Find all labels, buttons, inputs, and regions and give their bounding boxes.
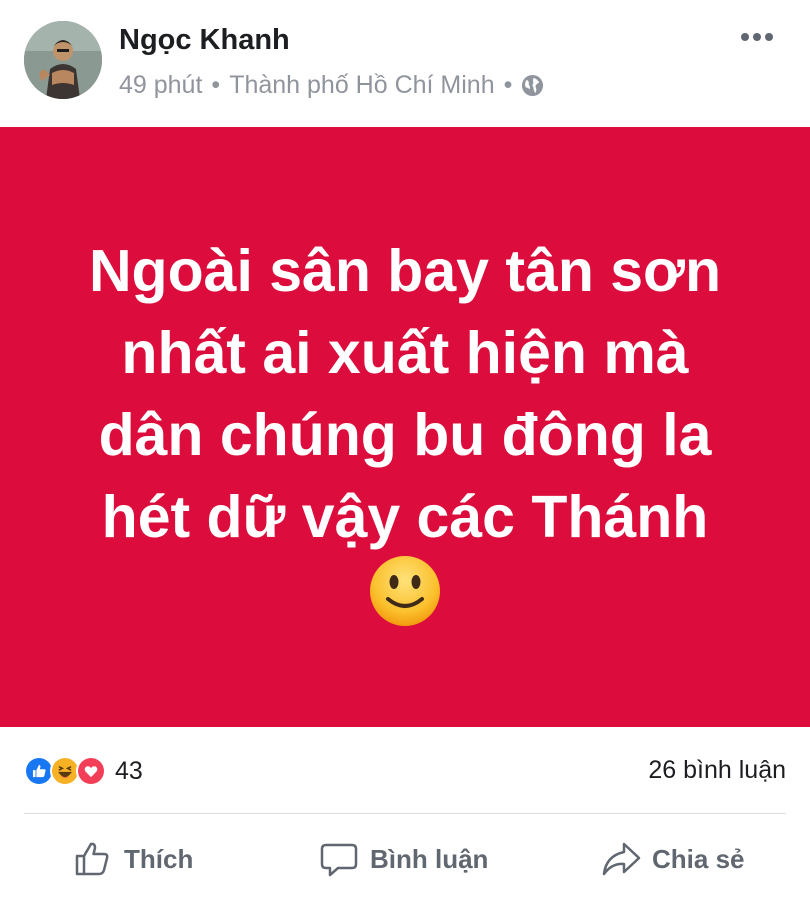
text-post-banner[interactable]: Ngoài sân bay tân sơn nhất ai xuất hiện …	[0, 127, 810, 727]
post-header: Ngọc Khanh 49 phút • Thành phố Hồ Chí Mi…	[0, 0, 810, 127]
post-text-line: hét dữ vậy các Thánh	[101, 484, 709, 550]
post-text-line: Ngoài sân bay tân sơn	[88, 238, 722, 304]
like-button[interactable]: Thích	[72, 836, 193, 882]
post-text: Ngoài sân bay tân sơn nhất ai xuất hiện …	[40, 230, 770, 558]
avatar[interactable]	[24, 21, 102, 99]
comment-button-label: Bình luận	[370, 843, 489, 874]
post-location[interactable]: Thành phố Hồ Chí Minh	[229, 71, 494, 100]
globe-icon[interactable]	[521, 74, 544, 97]
slightly-smiling-face-emoji	[369, 555, 441, 627]
share-button-label: Chia sẻ	[652, 843, 745, 874]
like-button-label: Thích	[124, 843, 194, 874]
post-time[interactable]: 49 phút	[119, 71, 202, 100]
share-button[interactable]: Chia sẻ	[600, 836, 745, 882]
avatar-photo	[24, 21, 102, 99]
meta-separator: •	[211, 71, 221, 99]
reactions-summary[interactable]: 43	[24, 755, 143, 787]
divider	[24, 813, 786, 814]
post-meta: 49 phút • Thành phố Hồ Chí Minh •	[119, 71, 544, 100]
thumbs-up-icon	[75, 842, 109, 876]
comment-button[interactable]: Bình luận	[318, 836, 488, 882]
comments-count[interactable]: 26 bình luận	[648, 756, 786, 785]
share-arrow-icon	[602, 842, 641, 876]
comment-bubble-icon	[320, 843, 358, 877]
love-reaction-icon	[76, 756, 106, 786]
meta-separator: •	[503, 71, 513, 99]
author-name[interactable]: Ngọc Khanh	[119, 24, 290, 57]
reactions-count: 43	[115, 756, 143, 785]
post-text-line: nhất ai xuất hiện mà	[121, 320, 689, 386]
post-text-line: dân chúng bu đông la	[98, 402, 712, 468]
more-options-icon[interactable]	[740, 30, 774, 44]
